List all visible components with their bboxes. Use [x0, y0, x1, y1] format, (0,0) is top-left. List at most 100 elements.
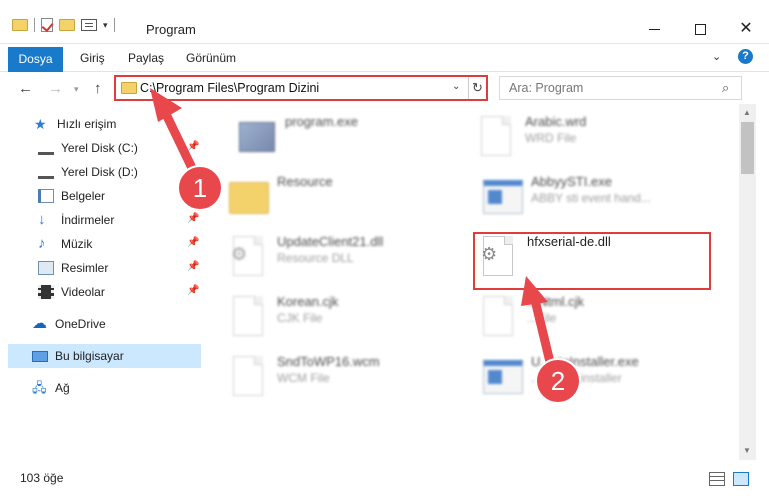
- sidebar-item-pictures[interactable]: Resimler 📌: [0, 256, 201, 280]
- back-button[interactable]: ←: [18, 80, 33, 97]
- sidebar-item-local-disk-c[interactable]: Yerel Disk (C:) 📌: [0, 136, 201, 160]
- file-item[interactable]: SndToWP16.wcm WCM File: [225, 350, 475, 406]
- ribbon-tabs: Dosya Giriş Paylaş Görünüm ⌄ ?: [0, 44, 769, 72]
- tab-file[interactable]: Dosya: [8, 47, 63, 72]
- up-button[interactable]: ↑: [94, 80, 102, 97]
- file-name: AbbyySTI.exe: [531, 174, 612, 189]
- file-item[interactable]: Korean.cjk CJK File: [225, 290, 475, 346]
- sidebar-item-label: Yerel Disk (C:): [61, 141, 138, 155]
- details-view-icon[interactable]: [709, 472, 725, 486]
- tiles-view-icon[interactable]: [733, 472, 749, 486]
- file-name: U...ateInstaller.exe: [531, 354, 639, 369]
- pin-icon: 📌: [187, 213, 200, 224]
- window-title: Program: [146, 22, 196, 37]
- maximize-button[interactable]: [677, 14, 723, 44]
- scroll-down-icon[interactable]: ▼: [743, 446, 751, 455]
- file-name: Resource: [277, 174, 333, 189]
- file-item[interactable]: Arabic.wrd WRD File: [473, 110, 723, 166]
- chevron-down-icon[interactable]: ⌄: [452, 81, 460, 92]
- sidebar-item-label: İndirmeler: [61, 213, 115, 227]
- file-name: ...Ntml.cjk: [527, 294, 585, 309]
- scroll-up-icon[interactable]: ▲: [743, 108, 751, 117]
- minimize-button[interactable]: [631, 14, 677, 44]
- close-button[interactable]: ✕: [723, 14, 769, 44]
- sidebar-item-label: Belgeler: [61, 189, 106, 203]
- navigation-bar: ← → ▾ ↑ C:\Program Files\Program Dizini …: [0, 72, 769, 104]
- music-icon: ♪: [38, 235, 46, 252]
- help-button[interactable]: ?: [738, 49, 753, 64]
- forward-button[interactable]: →: [48, 80, 63, 97]
- pin-icon: 📌: [187, 237, 200, 248]
- scroll-thumb[interactable]: [741, 122, 754, 174]
- pin-icon: 📌: [187, 261, 200, 272]
- expand-ribbon-icon[interactable]: ⌄: [712, 50, 721, 63]
- minimize-icon: [648, 28, 660, 30]
- sidebar-item-documents[interactable]: Belgeler: [0, 184, 201, 208]
- dll-icon: ⚙: [225, 232, 271, 282]
- sidebar-item-local-disk-d[interactable]: Yerel Disk (D:): [0, 160, 201, 184]
- pin-icon: 📌: [187, 141, 200, 152]
- close-icon: ✕: [739, 20, 753, 37]
- file-type: WRD File: [525, 131, 577, 145]
- cloud-icon: ☁: [32, 315, 47, 332]
- star-icon: ★: [34, 116, 47, 132]
- sidebar-item-label: Videolar: [61, 285, 105, 299]
- file-item[interactable]: program.exe: [233, 110, 483, 166]
- search-icon[interactable]: ⌕: [722, 80, 729, 96]
- sidebar-item-onedrive[interactable]: ☁ OneDrive: [0, 312, 201, 336]
- file-type: CJK File: [277, 311, 323, 325]
- tab-home[interactable]: Giriş: [70, 46, 115, 70]
- file-name: program.exe: [285, 114, 358, 129]
- file-item[interactable]: U...ateInstaller.exe ...pdates installer: [479, 350, 729, 406]
- sidebar-item-label: Yerel Disk (D:): [61, 165, 138, 179]
- sidebar-item-music[interactable]: ♪ Müzik 📌: [0, 232, 201, 256]
- file-type: WCM File: [277, 371, 330, 385]
- folder-icon: [225, 172, 271, 222]
- sidebar-item-label: Müzik: [61, 237, 93, 251]
- file-item[interactable]: Resource: [225, 170, 475, 226]
- computer-icon: [32, 350, 48, 362]
- sidebar-item-videos[interactable]: Videolar 📌: [0, 280, 201, 304]
- sidebar-item-label: Bu bilgisayar: [55, 349, 124, 363]
- properties-icon[interactable]: [81, 19, 97, 31]
- document-icon: [225, 292, 271, 342]
- address-bar[interactable]: C:\Program Files\Program Dizini ⌄ ↻: [114, 75, 488, 101]
- new-folder-icon[interactable]: [59, 19, 75, 31]
- sidebar-item-label: Hızlı erişim: [57, 117, 117, 131]
- sidebar-item-network[interactable]: 🖧 Ağ: [0, 376, 201, 400]
- file-name: Arabic.wrd: [525, 114, 587, 129]
- document-icon: [475, 292, 521, 342]
- sidebar-item-label: OneDrive: [55, 317, 106, 331]
- search-placeholder: Ara: Program: [509, 81, 584, 95]
- sidebar-item-downloads[interactable]: ↓ İndirmeler 📌: [0, 208, 201, 232]
- customize-dropdown-icon[interactable]: ▾: [103, 20, 108, 31]
- sidebar-item-label: Ağ: [55, 381, 70, 395]
- videos-icon: [38, 285, 54, 299]
- item-count: 103 öğe: [20, 471, 64, 485]
- properties-check-icon[interactable]: [41, 18, 53, 32]
- file-type: ...File: [527, 311, 557, 325]
- file-name: UpdateClient21.dll: [277, 234, 384, 249]
- maximize-icon: [694, 23, 706, 35]
- file-type: ...pdates installer: [531, 371, 622, 385]
- application-icon: [479, 172, 525, 222]
- sidebar-item-quick-access[interactable]: ★ Hızlı erişim: [0, 112, 201, 136]
- tab-view[interactable]: Görünüm: [176, 46, 246, 70]
- vertical-scrollbar[interactable]: ▲ ▼: [739, 104, 756, 460]
- refresh-button[interactable]: ↻: [468, 77, 486, 99]
- application-icon: [479, 352, 525, 402]
- title-bar: ▾ Program ✕: [0, 0, 769, 44]
- pictures-icon: [38, 261, 54, 275]
- highlight-box: [473, 232, 711, 290]
- file-type: ABBY sti event hand...: [531, 191, 651, 205]
- document-icon: [225, 352, 271, 402]
- pin-icon: 📌: [187, 285, 200, 296]
- tab-share[interactable]: Paylaş: [118, 46, 174, 70]
- file-item[interactable]: AbbyySTI.exe ABBY sti event hand...: [479, 170, 729, 226]
- address-path[interactable]: C:\Program Files\Program Dizini: [140, 81, 319, 95]
- file-item[interactable]: ⚙ UpdateClient21.dll Resource DLL: [225, 230, 475, 286]
- sidebar-item-this-pc[interactable]: Bu bilgisayar: [8, 344, 201, 368]
- file-item[interactable]: ...Ntml.cjk ...File: [475, 290, 725, 346]
- search-box[interactable]: Ara: Program ⌕: [499, 76, 742, 100]
- recent-locations-icon[interactable]: ▾: [74, 84, 79, 95]
